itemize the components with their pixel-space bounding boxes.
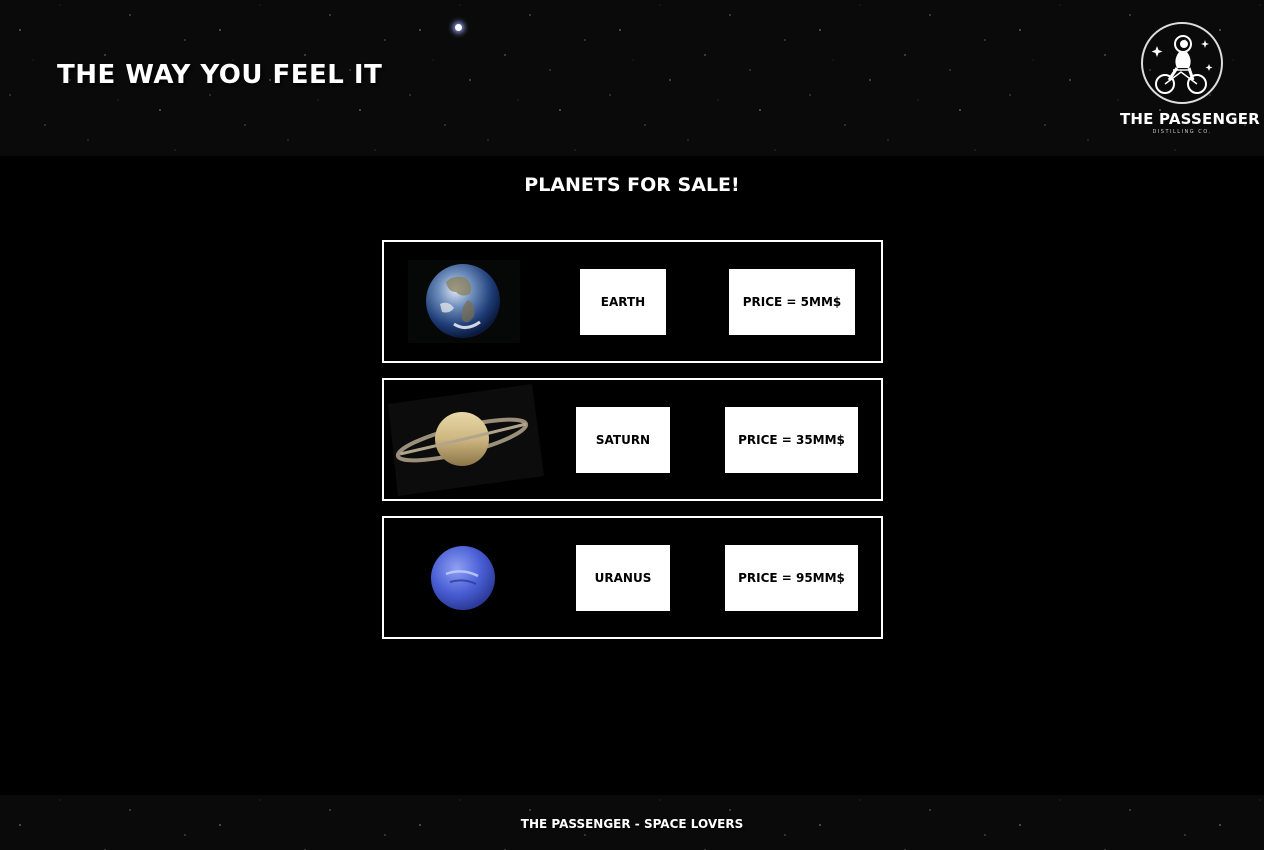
earth-icon bbox=[426, 264, 500, 338]
uranus-image bbox=[384, 518, 544, 637]
footer-banner: THE PASSENGER - SPACE LOVERS bbox=[0, 795, 1264, 850]
uranus-icon bbox=[431, 546, 495, 610]
product-card-saturn[interactable]: SATURN PRICE = 35MM$ bbox=[382, 378, 883, 501]
product-card-uranus[interactable]: URANUS PRICE = 95MM$ bbox=[382, 516, 883, 639]
header-banner: THE WAY YOU FEEL IT THE PASSENGER DISTIL… bbox=[0, 0, 1264, 156]
star-decoration bbox=[455, 24, 462, 31]
planet-price-label: PRICE = 95MM$ bbox=[725, 545, 858, 611]
planet-price-label: PRICE = 35MM$ bbox=[725, 407, 858, 473]
planet-name-label: EARTH bbox=[580, 269, 666, 335]
brand-name: THE PASSENGER bbox=[1120, 110, 1260, 128]
product-list: EARTH PRICE = 5MM$ SATURN PRICE = 35MM$ bbox=[382, 240, 883, 654]
product-card-earth[interactable]: EARTH PRICE = 5MM$ bbox=[382, 240, 883, 363]
footer-text: THE PASSENGER - SPACE LOVERS bbox=[520, 817, 744, 831]
saturn-icon bbox=[388, 384, 544, 496]
page-tagline: THE WAY YOU FEEL IT bbox=[57, 60, 383, 90]
brand-subtitle: DISTILLING CO. bbox=[1152, 129, 1212, 135]
saturn-image bbox=[384, 380, 544, 499]
planet-price-label: PRICE = 5MM$ bbox=[729, 269, 855, 335]
page-title: PLANETS FOR SALE! bbox=[524, 174, 740, 196]
astronaut-cyclist-icon bbox=[1141, 22, 1223, 104]
brand-logo[interactable]: THE PASSENGER DISTILLING CO. bbox=[1120, 22, 1260, 140]
earth-image bbox=[384, 242, 544, 361]
planet-name-label: SATURN bbox=[576, 407, 670, 473]
planet-name-label: URANUS bbox=[576, 545, 670, 611]
